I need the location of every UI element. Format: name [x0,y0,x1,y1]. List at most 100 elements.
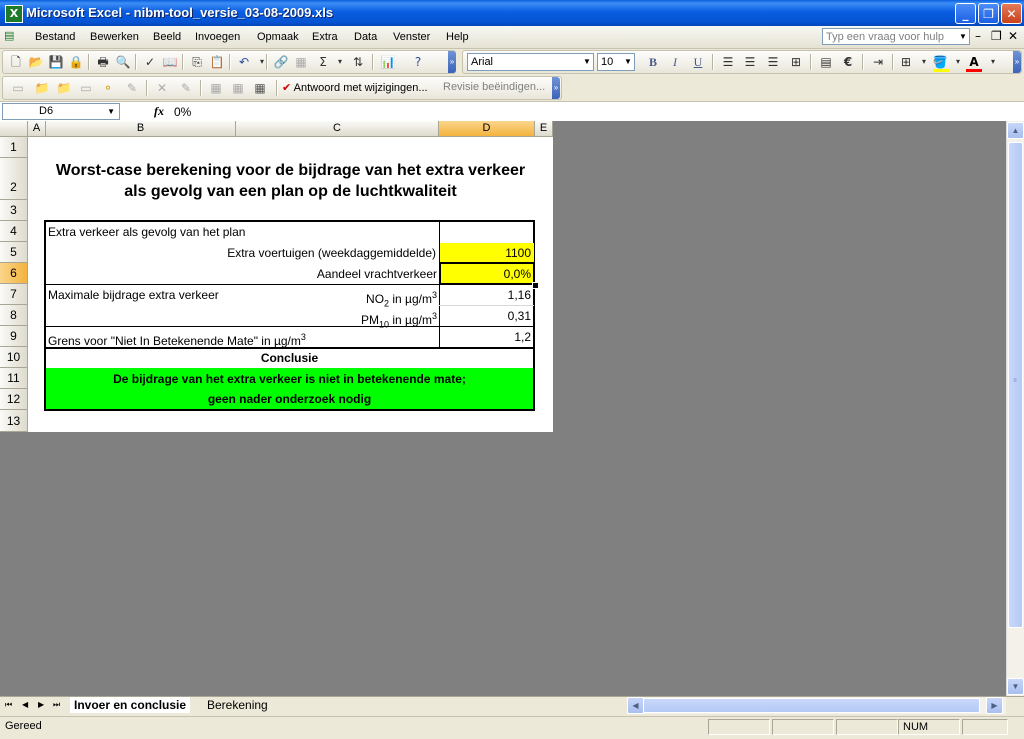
toolbar-options-chevron[interactable]: » [1013,51,1021,73]
underline-button[interactable]: U [690,54,706,70]
row-header-10[interactable]: 10 [0,347,28,368]
function-icon[interactable]: fx [154,104,164,119]
formula-input[interactable]: 0% [174,105,191,119]
help-search-input[interactable]: Typ een vraag voor hulp ▼ [822,28,970,45]
pm10-value[interactable]: 0,31 [440,306,531,326]
row-header-4[interactable]: 4 [0,221,28,242]
first-sheet-icon[interactable]: ⏮ [5,700,12,710]
chevron-down-icon[interactable]: ▼ [622,54,634,70]
chevron-down-icon[interactable]: ▼ [107,104,115,119]
italic-button[interactable]: I [667,54,683,70]
doc-restore-button[interactable]: ❐ [991,29,1002,43]
tab-berekening[interactable]: Berekening [203,697,272,713]
new-comment-icon[interactable]: ▭ [10,80,26,96]
share-icon[interactable]: ▦ [230,80,246,96]
excel-icon[interactable]: X [5,5,23,23]
menu-beeld[interactable]: Beeld [153,31,181,43]
column-header-c[interactable]: C [236,121,439,137]
no2-value[interactable]: 1,16 [440,285,531,305]
chart-icon[interactable]: 📊 [380,54,396,70]
show-comment-icon[interactable]: ▭ [78,80,94,96]
font-color-button[interactable]: A [966,54,982,70]
column-header-a[interactable]: A [28,121,46,137]
autosum-dropdown-icon[interactable]: ▾ [332,54,348,70]
ink-icon[interactable]: ✎ [124,80,140,96]
last-sheet-icon[interactable]: ⏭ [53,700,60,710]
hyperlink-icon[interactable]: 🔗 [273,54,289,70]
sort-icon[interactable]: ⇅ [350,54,366,70]
euro-button[interactable]: € [840,54,856,70]
chevron-down-icon[interactable]: ▼ [957,29,969,44]
align-center-icon[interactable]: ☰ [742,54,758,70]
vertical-scroll-thumb[interactable] [1008,142,1023,628]
indent-icon[interactable]: ⇥ [870,54,886,70]
toolbar-options-chevron[interactable]: » [552,77,560,99]
doc-close-button[interactable]: ✕ [1008,29,1018,43]
permission-icon[interactable]: 🔒 [68,54,84,70]
previous-comment-icon[interactable]: 📁 [34,80,50,96]
tab-invoer-en-conclusie[interactable]: Invoer en conclusie [70,697,191,713]
reply-with-changes-button[interactable]: ✔ Antwoord met wijzigingen... [282,81,428,94]
row-header-12[interactable]: 12 [0,389,28,410]
row-header-11[interactable]: 11 [0,368,28,389]
print-icon[interactable]: 🖶 [95,54,111,70]
borders-dropdown-icon[interactable]: ▾ [916,54,932,70]
align-right-icon[interactable]: ☰ [765,54,781,70]
restore-button[interactable]: ❐ [978,3,999,24]
menu-bewerken[interactable]: Bewerken [90,31,139,43]
menu-venster[interactable]: Venster [393,31,430,43]
borders-icon[interactable]: ⊞ [898,54,914,70]
row-header-1[interactable]: 1 [0,137,28,158]
delete-comment-icon[interactable]: ✕ [154,80,170,96]
open-folder-icon[interactable]: 📂 [28,54,44,70]
column-header-e[interactable]: E [535,121,553,137]
menu-bestand[interactable]: Bestand [35,31,75,43]
scroll-down-button[interactable]: ▼ [1007,678,1024,695]
track-changes-icon[interactable]: ✎ [178,80,194,96]
sheet-icon[interactable]: ▦ [293,54,309,70]
copy-icon[interactable]: ⎘ [189,54,205,70]
paste-icon[interactable]: 📋 [209,54,225,70]
minimize-button[interactable]: _ [955,3,976,24]
print-preview-icon[interactable]: 🔍 [115,54,131,70]
protect-icon[interactable]: ▦ [208,80,224,96]
row-header-6[interactable]: 6 [0,263,28,284]
font-size-select[interactable]: 10 ▼ [597,53,635,71]
name-box[interactable]: D6 ▼ [2,103,120,120]
save-icon[interactable]: 💾 [48,54,64,70]
autosum-icon[interactable]: Σ [315,54,331,70]
next-comment-icon[interactable]: 📁 [56,80,72,96]
nibm-threshold-value[interactable]: 1,2 [440,327,531,347]
scroll-right-button[interactable]: ▶ [986,697,1003,714]
close-button[interactable]: ✕ [1001,3,1022,24]
scroll-left-button[interactable]: ◀ [627,697,644,714]
new-document-icon[interactable]: 🗋 [8,54,24,70]
menu-extra[interactable]: Extra [312,31,338,43]
currency-icon[interactable]: ▤ [818,54,834,70]
menu-opmaak[interactable]: Opmaak [257,31,299,43]
undo-icon[interactable]: ↶ [236,54,252,70]
vehicles-input[interactable]: 1100 [440,243,531,263]
row-header-3[interactable]: 3 [0,200,28,221]
workbook-icon[interactable]: ▤ [4,29,24,45]
previous-sheet-icon[interactable]: ◀ [22,700,28,709]
row-header-2[interactable]: 2 [0,158,28,200]
end-review-button[interactable]: Revisie beëindigen... [443,81,545,93]
menu-invoegen[interactable]: Invoegen [195,31,240,43]
row-header-5[interactable]: 5 [0,242,28,263]
row-header-7[interactable]: 7 [0,284,28,305]
doc-minimize-button[interactable]: – [975,29,981,43]
merge-center-icon[interactable]: ⊞ [788,54,804,70]
font-name-select[interactable]: Arial ▼ [467,53,594,71]
research-icon[interactable]: 📖 [162,54,178,70]
column-header-b[interactable]: B [46,121,236,137]
show-all-comments-icon[interactable]: ⚬ [100,80,116,96]
fill-handle[interactable] [532,282,539,289]
scroll-up-button[interactable]: ▲ [1007,122,1024,139]
column-header-d[interactable]: D [439,121,535,137]
row-header-13[interactable]: 13 [0,410,28,432]
font-color-dropdown-icon[interactable]: ▾ [985,54,1001,70]
row-header-9[interactable]: 9 [0,326,28,347]
menu-help[interactable]: Help [446,31,469,43]
row-header-8[interactable]: 8 [0,305,28,326]
